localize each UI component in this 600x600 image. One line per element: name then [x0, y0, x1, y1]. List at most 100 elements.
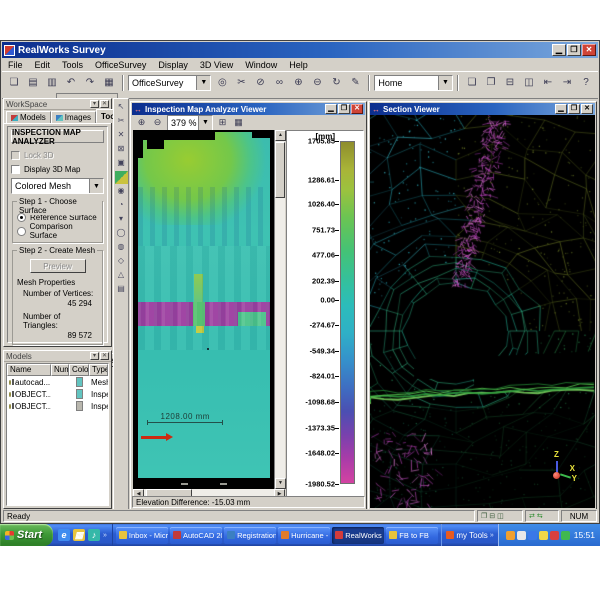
colored-mesh-icon[interactable] — [115, 171, 128, 184]
column-color[interactable]: Color — [69, 364, 89, 376]
image-mask-icon[interactable]: ▣ — [115, 157, 128, 170]
previous-icon[interactable]: ⇤ — [539, 74, 557, 91]
undo-icon[interactable]: ↶ — [62, 74, 80, 91]
task-hurricane-micro[interactable]: Hurricane - Micro... — [278, 527, 330, 544]
menu-file[interactable]: File — [2, 59, 29, 71]
chevron-down-icon[interactable]: ▼ — [198, 116, 212, 130]
table-row[interactable]: OBJECT...Inspectio — [7, 388, 108, 400]
visibility-bulb-icon[interactable] — [9, 380, 11, 385]
chevron-icon[interactable]: » — [103, 532, 107, 539]
timer-icon[interactable]: ◔ — [115, 199, 128, 212]
start-button[interactable]: Start — [0, 524, 53, 546]
my-tools-toolbar[interactable]: my Tools » — [441, 524, 497, 546]
workspace-icon[interactable]: ▦ — [100, 74, 118, 91]
window-layout-icon[interactable]: ❐ — [481, 512, 487, 520]
polygon-icon[interactable]: ◇ — [115, 255, 128, 268]
zoom-window-icon[interactable]: ⊖ — [308, 74, 326, 91]
map-viewer-titlebar[interactable]: ↔ Inspection Map Analyzer Viewer ▁ ❐ ✕ — [132, 103, 365, 115]
map-vertical-scrollbar[interactable]: ▲ ▼ — [274, 130, 285, 489]
section-3d-view[interactable]: Z X Y — [370, 115, 595, 508]
pin-icon[interactable]: ▾ — [90, 352, 99, 360]
menu-window[interactable]: Window — [239, 59, 283, 71]
chevron-down-icon[interactable]: ▼ — [196, 76, 210, 90]
redo-icon[interactable]: ↷ — [81, 74, 99, 91]
reference-surface-radio[interactable] — [17, 213, 26, 222]
desktop-icon[interactable]: ▦ — [73, 529, 85, 541]
tray-3-icon[interactable] — [528, 531, 537, 540]
chevron-down-icon[interactable]: ▼ — [438, 76, 452, 90]
scroll-thumb[interactable] — [275, 142, 285, 198]
minimize-button[interactable]: ▁ — [552, 44, 566, 56]
limit-box-icon[interactable]: ◍ — [115, 241, 128, 254]
maximize-button[interactable]: ❐ — [567, 44, 581, 56]
maximize-icon[interactable]: ❐ — [568, 104, 580, 114]
zoom-out-icon[interactable]: ⊖ — [150, 116, 165, 129]
table-row[interactable]: autocad...Mesh — [7, 376, 108, 388]
menu-tools[interactable]: Tools — [56, 59, 89, 71]
tab-models[interactable]: Models — [6, 111, 51, 123]
menu-3d-view[interactable]: 3D View — [194, 59, 239, 71]
fence-icon[interactable]: ⊠ — [115, 143, 128, 156]
tile-vertical-icon[interactable]: ◫ — [497, 512, 504, 520]
annotate-icon[interactable]: ✎ — [346, 74, 364, 91]
menu-edit[interactable]: Edit — [29, 59, 57, 71]
app-titlebar[interactable]: RealWorks Survey ▁ ❐ ✕ — [2, 42, 598, 58]
section-viewer-titlebar[interactable]: ↔ Section Viewer ▁ ❐ ✕ — [370, 103, 595, 115]
scroll-down-icon[interactable]: ▼ — [275, 478, 286, 489]
close-button[interactable]: ✕ — [582, 44, 596, 56]
scroll-up-icon[interactable]: ▲ — [275, 130, 286, 141]
sync-arrows-icon[interactable]: ⇄ — [529, 512, 535, 520]
tile-horizontal-icon[interactable]: ⊟ — [501, 74, 519, 91]
task-inbox-microsof[interactable]: Inbox - Microsof... — [116, 527, 168, 544]
sync-arrows-icon[interactable]: ⇆ — [537, 512, 543, 520]
tray-6-icon[interactable] — [561, 531, 570, 540]
help-icon[interactable]: ? — [577, 74, 595, 91]
tray-5-icon[interactable] — [550, 531, 559, 540]
column-num[interactable]: Num... — [51, 364, 69, 376]
cut-plane-icon[interactable]: ✂ — [115, 115, 128, 128]
menu-officesurvey[interactable]: OfficeSurvey — [89, 59, 152, 71]
tray-1-icon[interactable] — [506, 531, 515, 540]
clear-icon[interactable]: ⊘ — [251, 74, 269, 91]
expand-icon[interactable]: ▾ — [115, 213, 128, 226]
task-fb-to-fb[interactable]: FB to FB — [386, 527, 438, 544]
task-autocad-2002[interactable]: AutoCAD 2002 — [170, 527, 222, 544]
zoom-in-icon[interactable]: ⊕ — [134, 116, 149, 129]
column-name[interactable]: Name — [7, 364, 51, 376]
section-canvas[interactable] — [370, 115, 595, 508]
pin-icon[interactable]: ▾ — [90, 100, 99, 108]
display-3d-checkbox[interactable] — [11, 165, 20, 174]
table-row[interactable]: OBJECT...Inspectio — [7, 400, 108, 412]
visibility-bulb-icon[interactable] — [9, 392, 11, 397]
tab-images[interactable]: Images — [51, 111, 96, 123]
save-icon[interactable]: ▤ — [24, 74, 42, 91]
minimize-icon[interactable]: ▁ — [325, 104, 337, 114]
chevron-down-icon[interactable]: ▼ — [89, 179, 103, 193]
preview-button[interactable]: Preview — [30, 259, 86, 273]
task-realworks-survey[interactable]: RealWorks Survey — [332, 527, 384, 544]
internet-explorer-icon[interactable]: e — [58, 529, 70, 541]
task-registration-rep[interactable]: Registration Rep... — [224, 527, 276, 544]
close-icon[interactable]: ✕ — [100, 352, 109, 360]
palette-icon[interactable]: ▤ — [115, 283, 128, 296]
tray-4-icon[interactable] — [539, 531, 548, 540]
maximize-icon[interactable]: ❐ — [338, 104, 350, 114]
zoom-extents-icon[interactable]: ⊕ — [289, 74, 307, 91]
workspace-panel-title[interactable]: WorkSpace ▾ ✕ — [4, 99, 111, 110]
new-viewer-icon[interactable]: ❏ — [463, 74, 481, 91]
delete-icon[interactable]: ✕ — [115, 129, 128, 142]
tray-2-icon[interactable] — [517, 531, 526, 540]
visibility-bulb-icon[interactable] — [9, 404, 11, 409]
models-panel-title[interactable]: Models ▾ ✕ — [4, 351, 111, 362]
visibility-icon[interactable]: ◉ — [115, 185, 128, 198]
target-icon[interactable]: ◎ — [213, 74, 231, 91]
refresh-icon[interactable]: ↻ — [327, 74, 345, 91]
next-icon[interactable]: ⇥ — [558, 74, 576, 91]
fit-view-icon[interactable]: ⊞ — [215, 116, 230, 129]
grid-settings-icon[interactable]: ▦ — [231, 116, 246, 129]
chevron-icon[interactable]: » — [490, 532, 494, 539]
home-combobox[interactable]: Home ▼ — [374, 75, 453, 91]
inspection-map[interactable]: 1208.00 mm — [133, 130, 274, 489]
minimize-icon[interactable]: ▁ — [555, 104, 567, 114]
print-icon[interactable]: ▥ — [43, 74, 61, 91]
